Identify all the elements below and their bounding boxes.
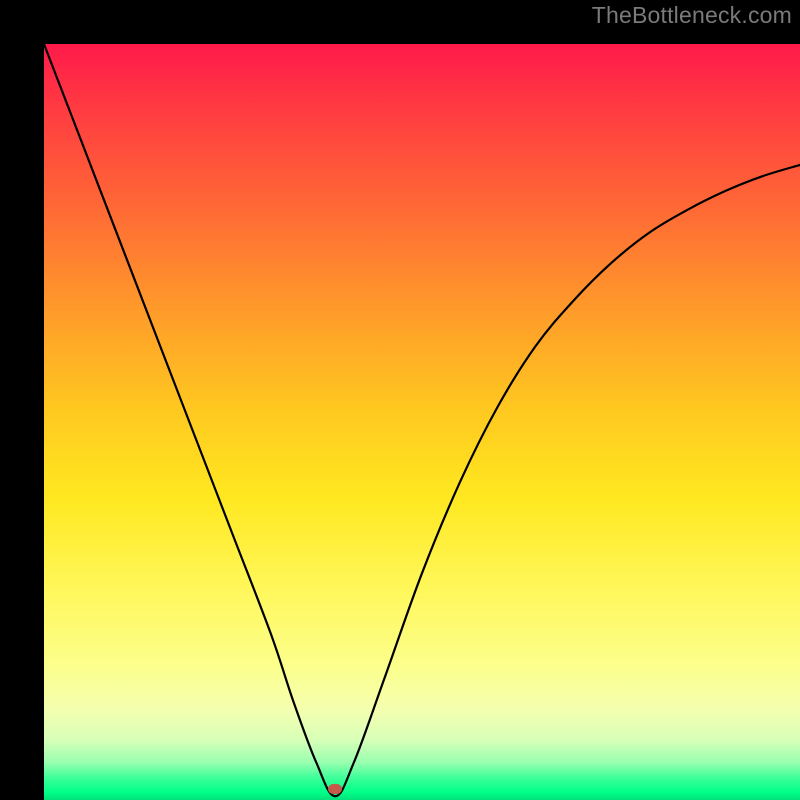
bottleneck-curve <box>44 44 800 800</box>
optimum-marker <box>328 784 342 794</box>
watermark-text: TheBottleneck.com <box>592 2 792 29</box>
plot-area <box>44 44 800 800</box>
chart-frame <box>0 0 800 800</box>
